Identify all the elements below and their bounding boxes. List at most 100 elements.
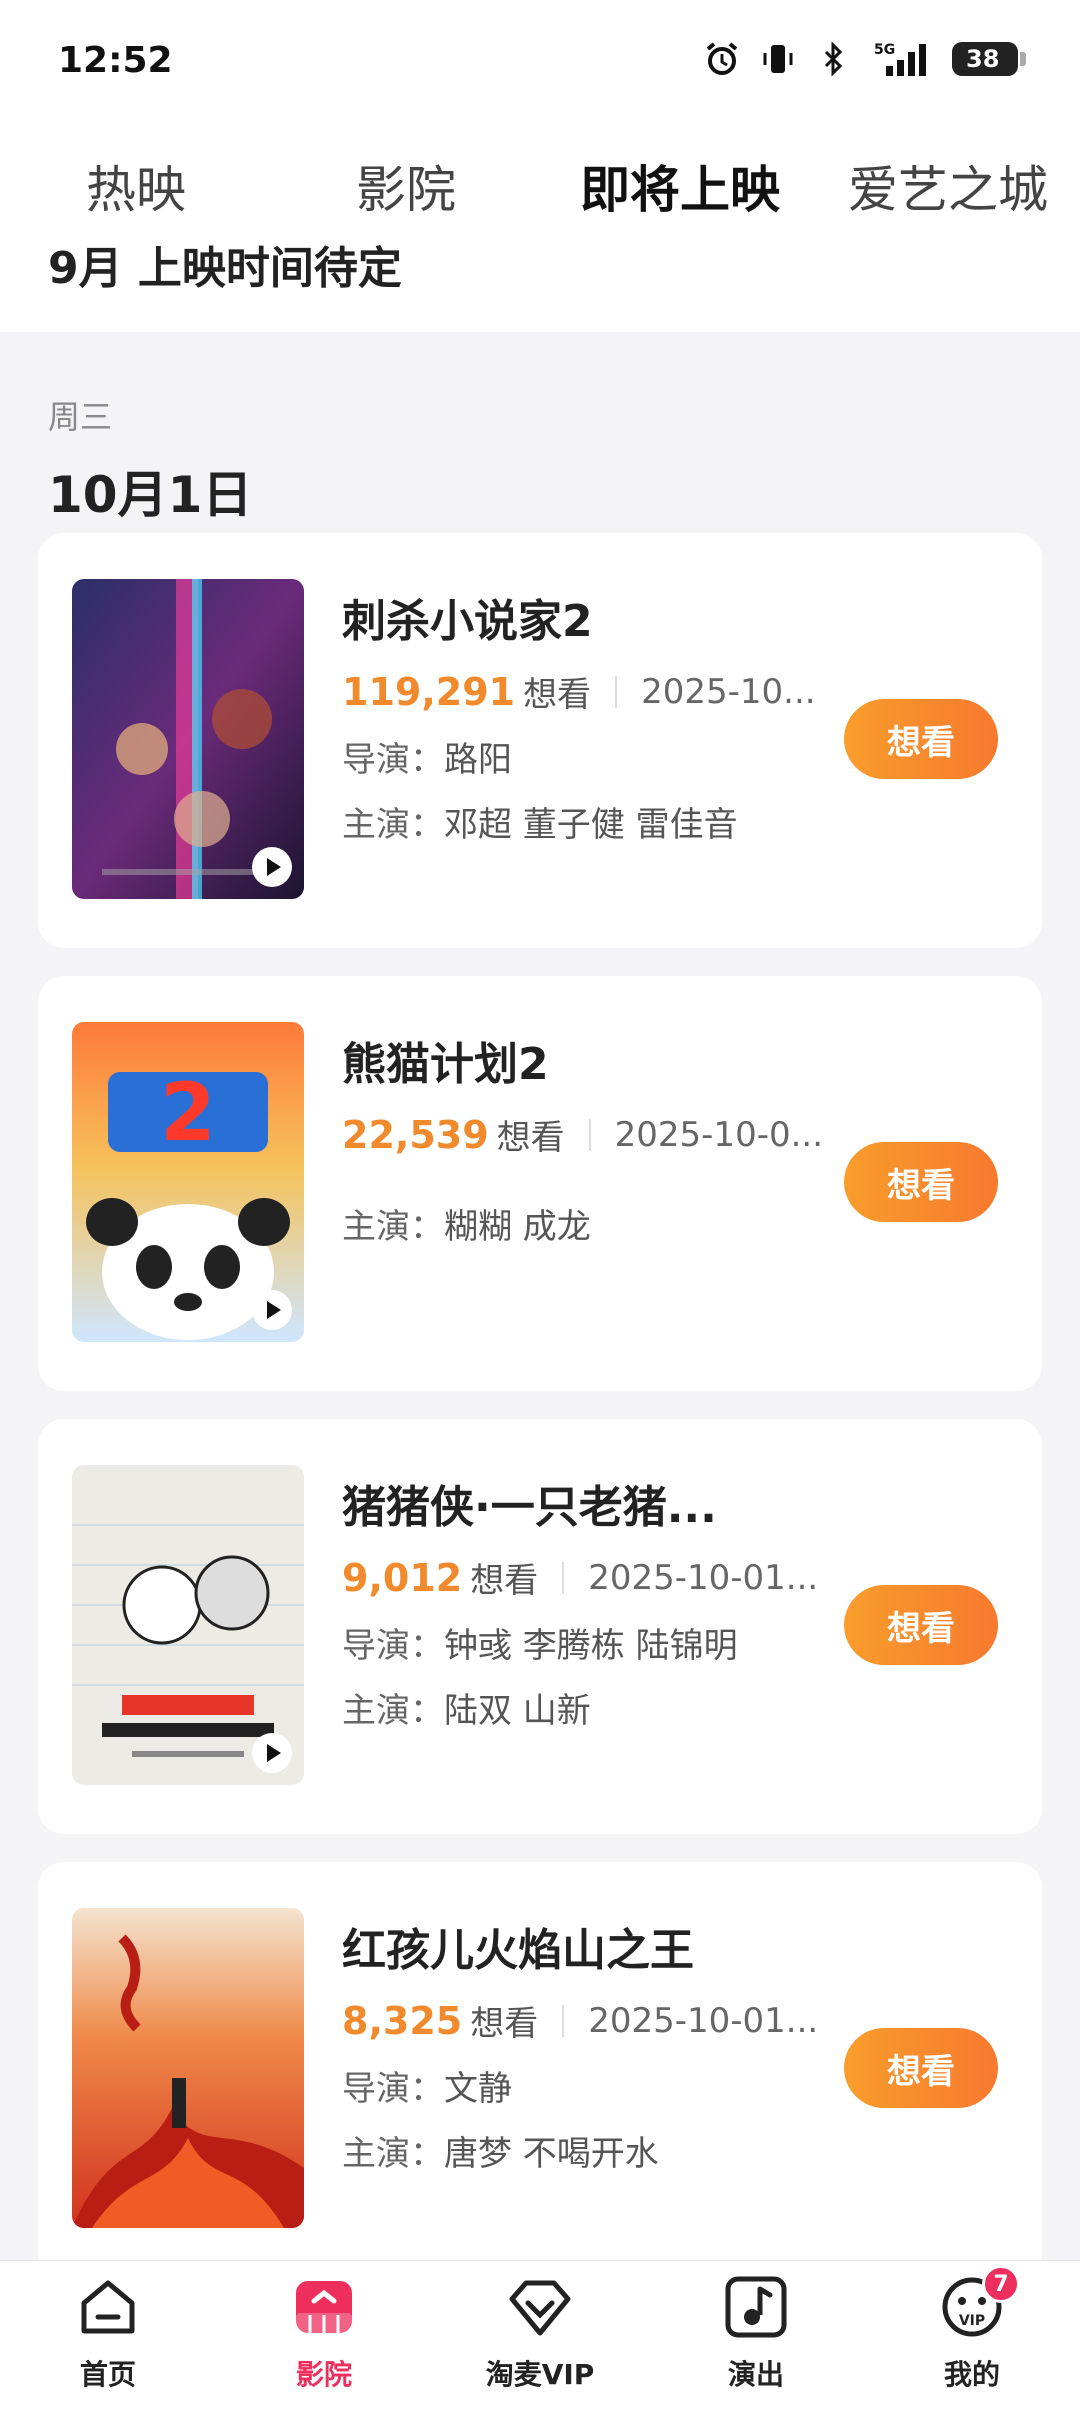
want-count: 8,325	[342, 1998, 463, 2043]
director-label: 导演：	[342, 740, 444, 780]
release-date: 2025-10-01...	[588, 1557, 819, 1598]
play-trailer-icon[interactable]	[252, 1290, 292, 1330]
cast-line: 主演：糊糊 成龙	[342, 1199, 862, 1248]
alarm-icon	[704, 40, 740, 78]
nav-vip[interactable]: 淘麦VIP	[460, 2275, 620, 2393]
want-count-label: 想看	[496, 1118, 565, 1158]
nav-shows[interactable]: 演出	[676, 2275, 836, 2393]
cast-line: 主演：唐梦 不喝开水	[342, 2126, 862, 2175]
want-to-watch-button[interactable]: 想看	[844, 1585, 998, 1665]
date-tbd-label: 9月 上映时间待定	[48, 243, 402, 294]
nav-vip-label: 淘麦VIP	[485, 2358, 595, 2391]
director-line: 导演：文静	[342, 2061, 862, 2110]
tab-now-showing[interactable]: 热映	[86, 150, 186, 222]
director-names: 钟彧 李腾栋 陆锦明	[444, 1626, 738, 1666]
nav-shows-label: 演出	[727, 2358, 784, 2391]
divider	[615, 675, 618, 708]
date-tbd-header: 9月 上映时间待定	[0, 220, 1080, 332]
cast-names: 唐梦 不喝开水	[444, 2134, 659, 2174]
nav-home[interactable]: 首页	[28, 2275, 188, 2393]
movie-stats: 22,539 想看 2025-10-0...	[342, 1110, 862, 1159]
cast-names: 糊糊 成龙	[444, 1207, 591, 1247]
director-label: 导演：	[342, 1626, 444, 1666]
want-count-label: 想看	[523, 675, 592, 715]
movie-poster[interactable]	[72, 579, 304, 899]
cast-line: 主演：邓超 董子健 雷佳音	[342, 797, 862, 846]
tab-cinema[interactable]: 影院	[356, 150, 456, 222]
nav-home-label: 首页	[79, 2358, 136, 2391]
movie-card[interactable]: 红孩儿火焰山之王 8,325 想看 2025-10-01... 导演：文静 主演…	[38, 1862, 1042, 2277]
signal-5g-icon: 5G	[872, 40, 932, 78]
nav-cinema[interactable]: 影院	[244, 2275, 404, 2393]
want-count: 9,012	[342, 1555, 463, 1600]
tab-aiyi-city[interactable]: 爱艺之城	[848, 150, 1048, 222]
vip-diamond-icon	[508, 2275, 572, 2339]
want-to-watch-button[interactable]: 想看	[844, 2028, 998, 2108]
section-weekday: 周三	[48, 398, 113, 436]
divider	[562, 2004, 565, 2037]
want-count-label: 想看	[470, 2004, 539, 2044]
cast-names: 陆双 山新	[444, 1691, 591, 1731]
movie-title: 熊猫计划2	[342, 1039, 549, 1090]
divider	[588, 1118, 591, 1151]
release-date: 2025-10-01...	[588, 2000, 819, 2041]
cast-label: 主演：	[342, 805, 444, 845]
movie-poster[interactable]: 2	[72, 1022, 304, 1342]
director-names: 路阳	[444, 740, 512, 780]
want-to-watch-button[interactable]: 想看	[844, 699, 998, 779]
movie-info: 红孩儿火焰山之王 8,325 想看 2025-10-01... 导演：文静 主演…	[342, 1914, 862, 2175]
cast-label: 主演：	[342, 2134, 444, 2174]
release-date: 2025-10...	[641, 671, 816, 712]
movie-poster[interactable]	[72, 1465, 304, 1785]
cast-label: 主演：	[342, 1691, 444, 1731]
want-to-watch-button[interactable]: 想看	[844, 1142, 998, 1222]
vibrate-icon	[760, 40, 796, 78]
cast-line: 主演：陆双 山新	[342, 1683, 862, 1732]
notification-badge: 7	[982, 2265, 1020, 2303]
svg-text:5G: 5G	[874, 42, 895, 58]
nav-profile[interactable]: VIP 7 我的	[892, 2265, 1052, 2393]
nav-cinema-label: 影院	[295, 2358, 352, 2391]
music-note-icon	[724, 2275, 788, 2339]
nav-profile-label: 我的	[943, 2358, 1000, 2391]
play-trailer-icon[interactable]	[252, 847, 292, 887]
movie-info: 熊猫计划2 22,539 想看 2025-10-0... 主演：糊糊 成龙	[342, 1028, 862, 1248]
cinema-icon	[292, 2275, 356, 2339]
profile-icon-vip-text: VIP	[959, 2313, 985, 2329]
movie-title: 刺杀小说家2	[342, 596, 593, 647]
status-time: 12:52	[58, 40, 173, 81]
cast-names: 邓超 董子健 雷佳音	[444, 805, 738, 845]
home-icon	[76, 2275, 140, 2339]
divider	[562, 1561, 565, 1594]
want-count: 22,539	[342, 1112, 489, 1157]
movie-title: 红孩儿火焰山之王	[342, 1925, 694, 1976]
status-icons: 5G 38	[704, 40, 1026, 78]
bluetooth-icon	[816, 40, 852, 78]
profile-icon: VIP 7	[940, 2265, 1020, 2339]
director-names: 文静	[444, 2069, 512, 2109]
movie-stats: 119,291 想看 2025-10...	[342, 667, 862, 716]
status-bar: 12:52 5G 38	[0, 0, 1080, 130]
play-trailer-icon[interactable]	[252, 1733, 292, 1773]
section-date: 10月1日	[48, 466, 253, 524]
movie-card[interactable]: 猪猪侠·一只老猪... 9,012 想看 2025-10-01... 导演：钟彧…	[38, 1419, 1042, 1834]
tab-coming-soon[interactable]: 即将上映	[580, 150, 780, 222]
director-line: 导演：路阳	[342, 732, 862, 781]
bottom-nav: 首页 影院 淘麦VIP 演出 VIP 7 我的	[0, 2260, 1080, 2414]
cast-label: 主演：	[342, 1207, 444, 1247]
movie-card[interactable]: 2 熊猫计划2 22,539 想看 2025-10-0... 主演：糊糊 成龙 …	[38, 976, 1042, 1391]
want-count-label: 想看	[470, 1561, 539, 1601]
movie-stats: 8,325 想看 2025-10-01...	[342, 1996, 862, 2045]
svg-text:2: 2	[160, 1066, 216, 1159]
movie-info: 猪猪侠·一只老猪... 9,012 想看 2025-10-01... 导演：钟彧…	[342, 1471, 862, 1732]
release-date: 2025-10-0...	[614, 1114, 824, 1155]
movie-stats: 9,012 想看 2025-10-01...	[342, 1553, 862, 1602]
movie-info: 刺杀小说家2 119,291 想看 2025-10... 导演：路阳 主演：邓超…	[342, 585, 862, 846]
movie-title: 猪猪侠·一只老猪...	[342, 1482, 717, 1533]
want-count: 119,291	[342, 669, 516, 714]
director-line: 导演：钟彧 李腾栋 陆锦明	[342, 1618, 862, 1667]
director-label: 导演：	[342, 2069, 444, 2109]
movie-poster[interactable]	[72, 1908, 304, 2228]
battery-icon: 38	[952, 42, 1026, 76]
movie-card[interactable]: 刺杀小说家2 119,291 想看 2025-10... 导演：路阳 主演：邓超…	[38, 533, 1042, 948]
